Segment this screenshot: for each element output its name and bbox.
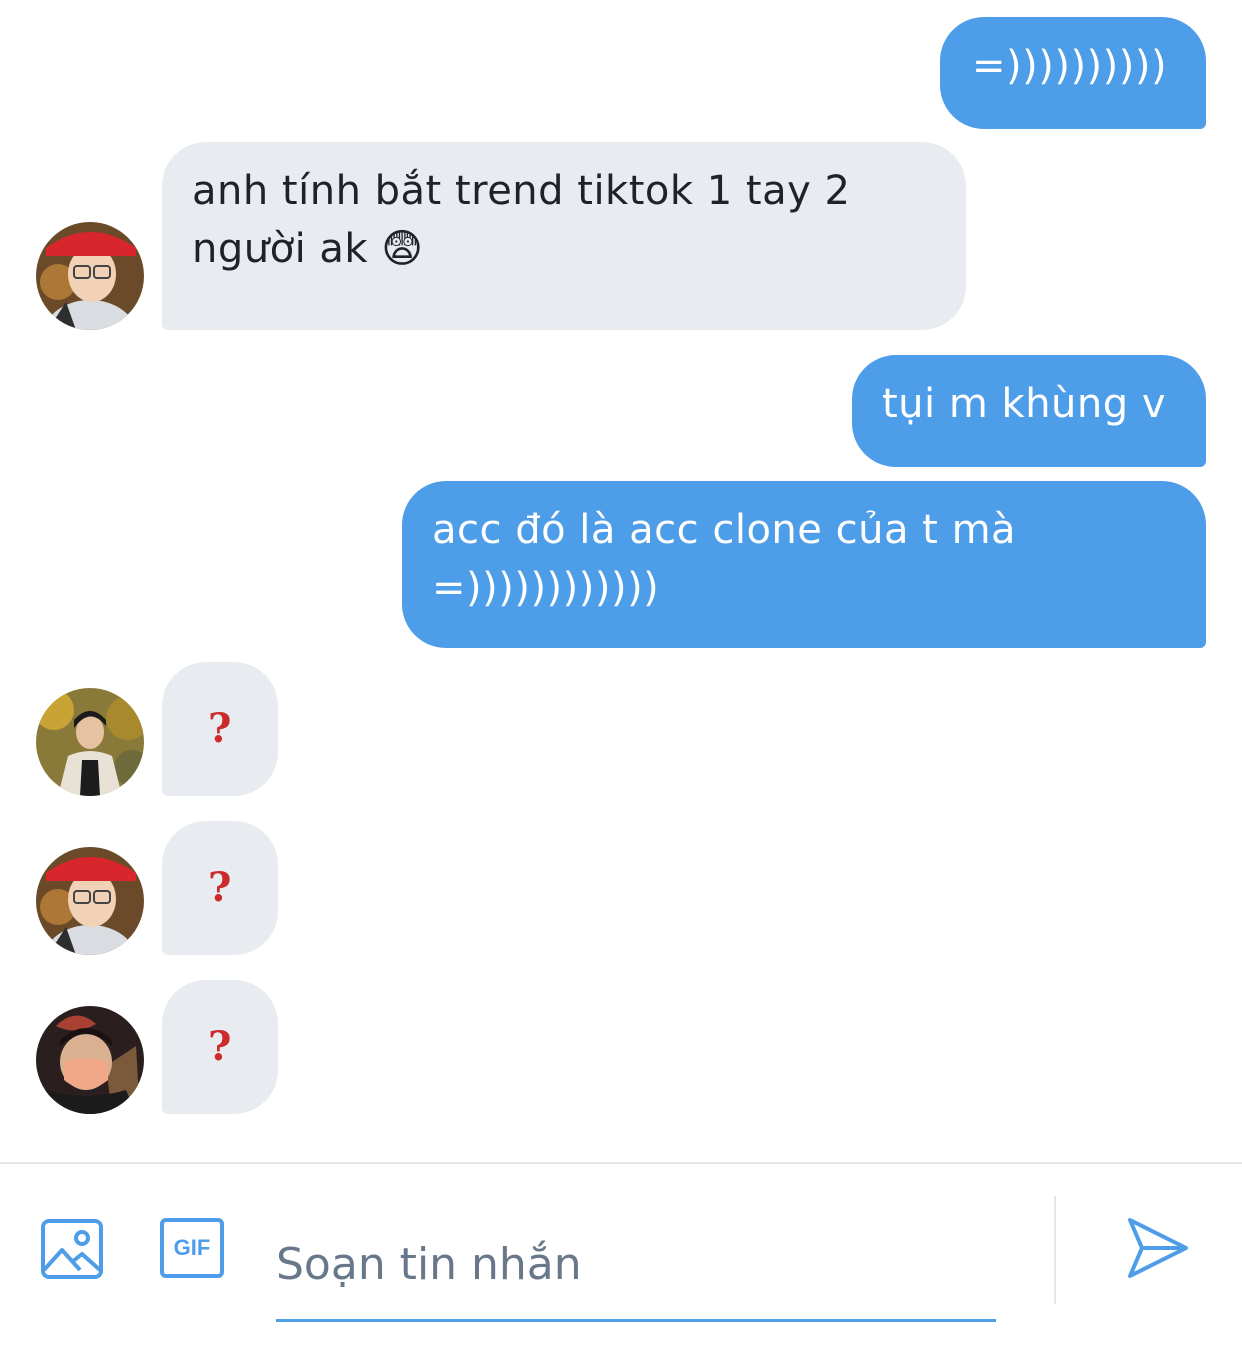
message-text: acc đó là acc clone của t mà =))))))))))… — [432, 507, 1017, 611]
message-text: anh tính bắt trend tiktok 1 tay 2 người … — [192, 168, 851, 272]
received-message[interactable]: ? — [162, 662, 278, 796]
received-message[interactable]: anh tính bắt trend tiktok 1 tay 2 người … — [162, 142, 966, 330]
message-text: =)))))))))) — [972, 43, 1168, 89]
sent-message[interactable]: tụi m khùng v — [852, 355, 1206, 467]
sent-message[interactable]: acc đó là acc clone của t mà =))))))))))… — [402, 481, 1206, 648]
avatar[interactable] — [36, 847, 144, 955]
gif-icon: GIF — [173, 1235, 211, 1260]
message-field[interactable] — [276, 1210, 996, 1322]
message-text: ? — [208, 705, 232, 752]
image-button[interactable] — [40, 1218, 104, 1280]
received-message[interactable]: ? — [162, 821, 278, 955]
sent-message[interactable]: =)))))))))) — [940, 17, 1206, 129]
send-icon — [1128, 1218, 1188, 1278]
send-button[interactable] — [1126, 1216, 1190, 1280]
avatar[interactable] — [36, 222, 144, 330]
received-message[interactable]: ? — [162, 980, 278, 1114]
message-text: tụi m khùng v — [882, 381, 1167, 427]
composer-divider — [0, 1162, 1242, 1164]
composer-separator — [1054, 1196, 1056, 1304]
avatar[interactable] — [36, 688, 144, 796]
message-text: ? — [208, 1023, 232, 1070]
gif-button[interactable]: GIF — [160, 1218, 224, 1278]
image-icon — [41, 1219, 103, 1279]
avatar[interactable] — [36, 1006, 144, 1114]
message-text: ? — [208, 864, 232, 911]
message-input[interactable] — [276, 1210, 996, 1319]
